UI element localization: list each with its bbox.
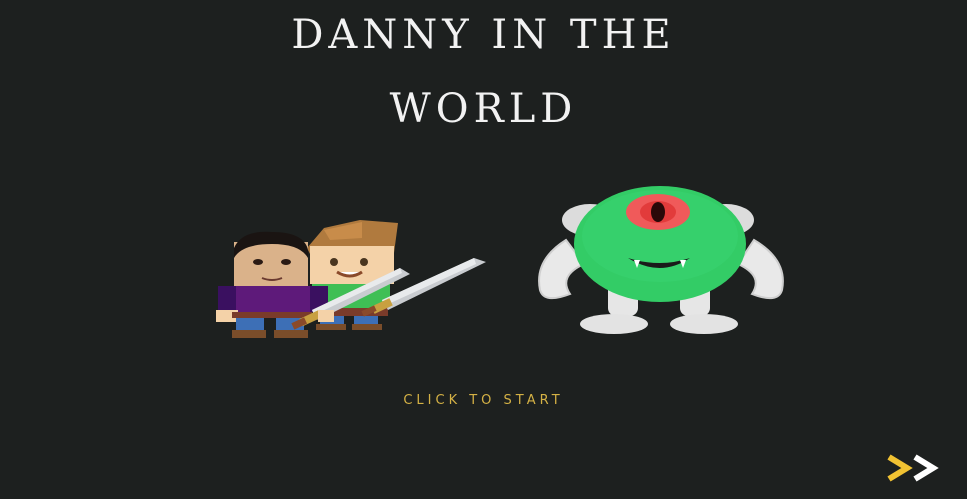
double-chevron-right-icon bbox=[887, 454, 939, 482]
title-screen[interactable]: DANNY IN THE WORLD CLICK TO START bbox=[0, 0, 967, 499]
click-to-start-button[interactable]: CLICK TO START bbox=[0, 393, 967, 408]
game-title: DANNY IN THE WORLD bbox=[0, 12, 967, 132]
game-title-line-1: DANNY IN THE bbox=[291, 12, 676, 58]
game-title-line-2: WORLD bbox=[389, 86, 578, 132]
cyclops-monster-illustration bbox=[538, 186, 784, 334]
next-double-chevron-button[interactable] bbox=[885, 453, 945, 483]
hero-characters-illustration bbox=[216, 220, 486, 338]
